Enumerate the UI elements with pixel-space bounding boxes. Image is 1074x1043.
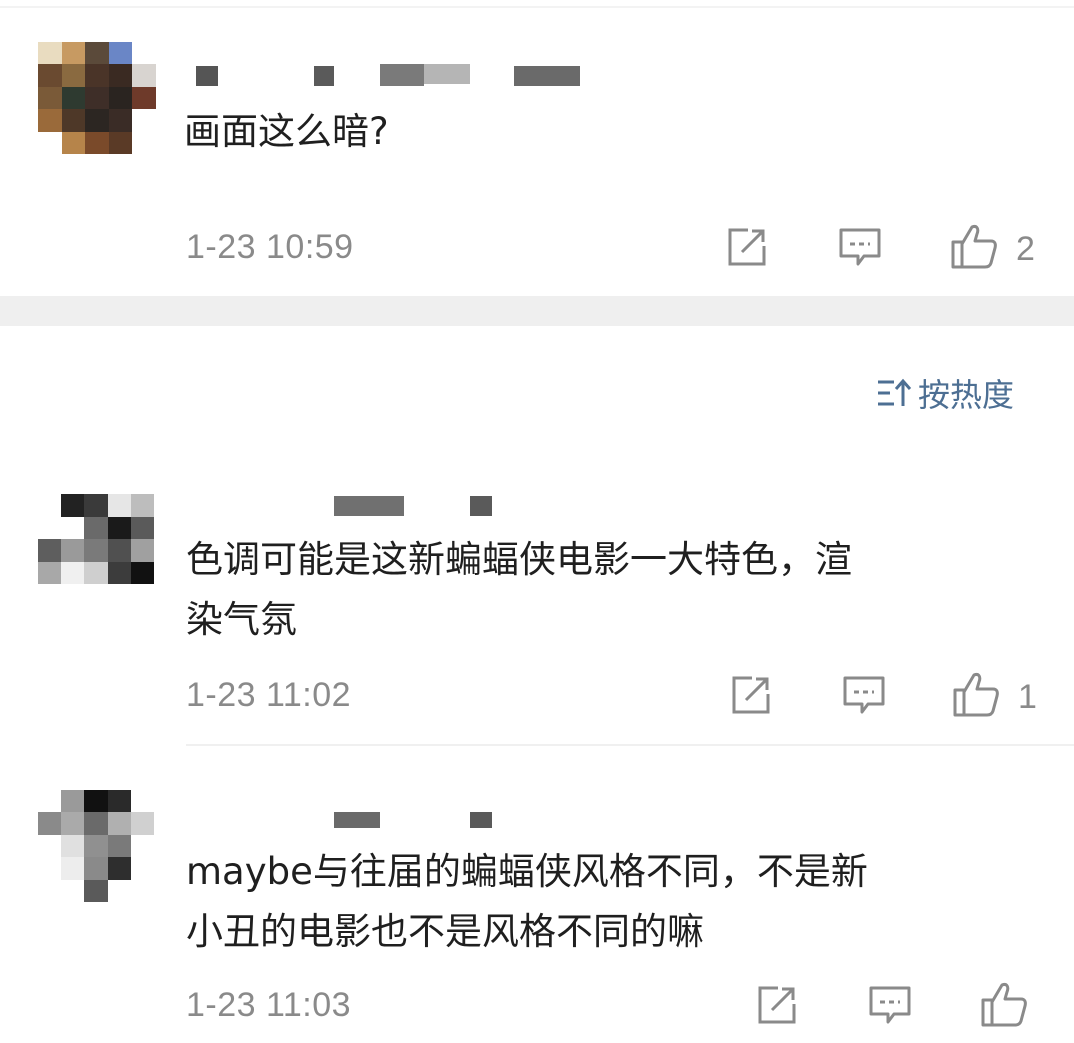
comment-icon[interactable] — [838, 226, 882, 270]
avatar[interactable] — [38, 42, 156, 154]
comment-icon[interactable] — [842, 674, 886, 718]
share-icon[interactable] — [756, 984, 798, 1026]
thumbs-up-icon[interactable] — [952, 670, 1000, 718]
comment-text: maybe与往届的蝙蝠侠风格不同，不是新 小丑的电影也不是风格不同的嘛 — [186, 850, 868, 953]
thumbs-up-icon[interactable] — [980, 980, 1028, 1028]
thumbs-up-icon[interactable] — [950, 222, 998, 270]
comment-text: 画面这么暗? — [184, 110, 389, 153]
avatar[interactable] — [38, 790, 154, 902]
avatar[interactable] — [38, 494, 154, 584]
comment-time: 1-23 10:59 — [186, 228, 354, 266]
sort-by-hot-button[interactable]: 按热度 — [876, 370, 1014, 416]
comment-time: 1-23 11:02 — [186, 676, 352, 714]
share-icon[interactable] — [726, 226, 768, 268]
sort-label: 按热度 — [918, 376, 1015, 414]
share-icon[interactable] — [730, 674, 772, 716]
comment-text: 色调可能是这新蝙蝠侠电影一大特色，渲 染气氛 — [186, 538, 852, 641]
sort-icon — [878, 378, 912, 406]
like-count: 1 — [1018, 678, 1037, 716]
section-separator — [0, 296, 1074, 326]
comment-time: 1-23 11:03 — [186, 986, 352, 1024]
comment-icon[interactable] — [868, 984, 912, 1028]
comment-divider — [186, 744, 1074, 746]
like-count: 2 — [1016, 230, 1035, 268]
top-divider — [0, 6, 1074, 8]
